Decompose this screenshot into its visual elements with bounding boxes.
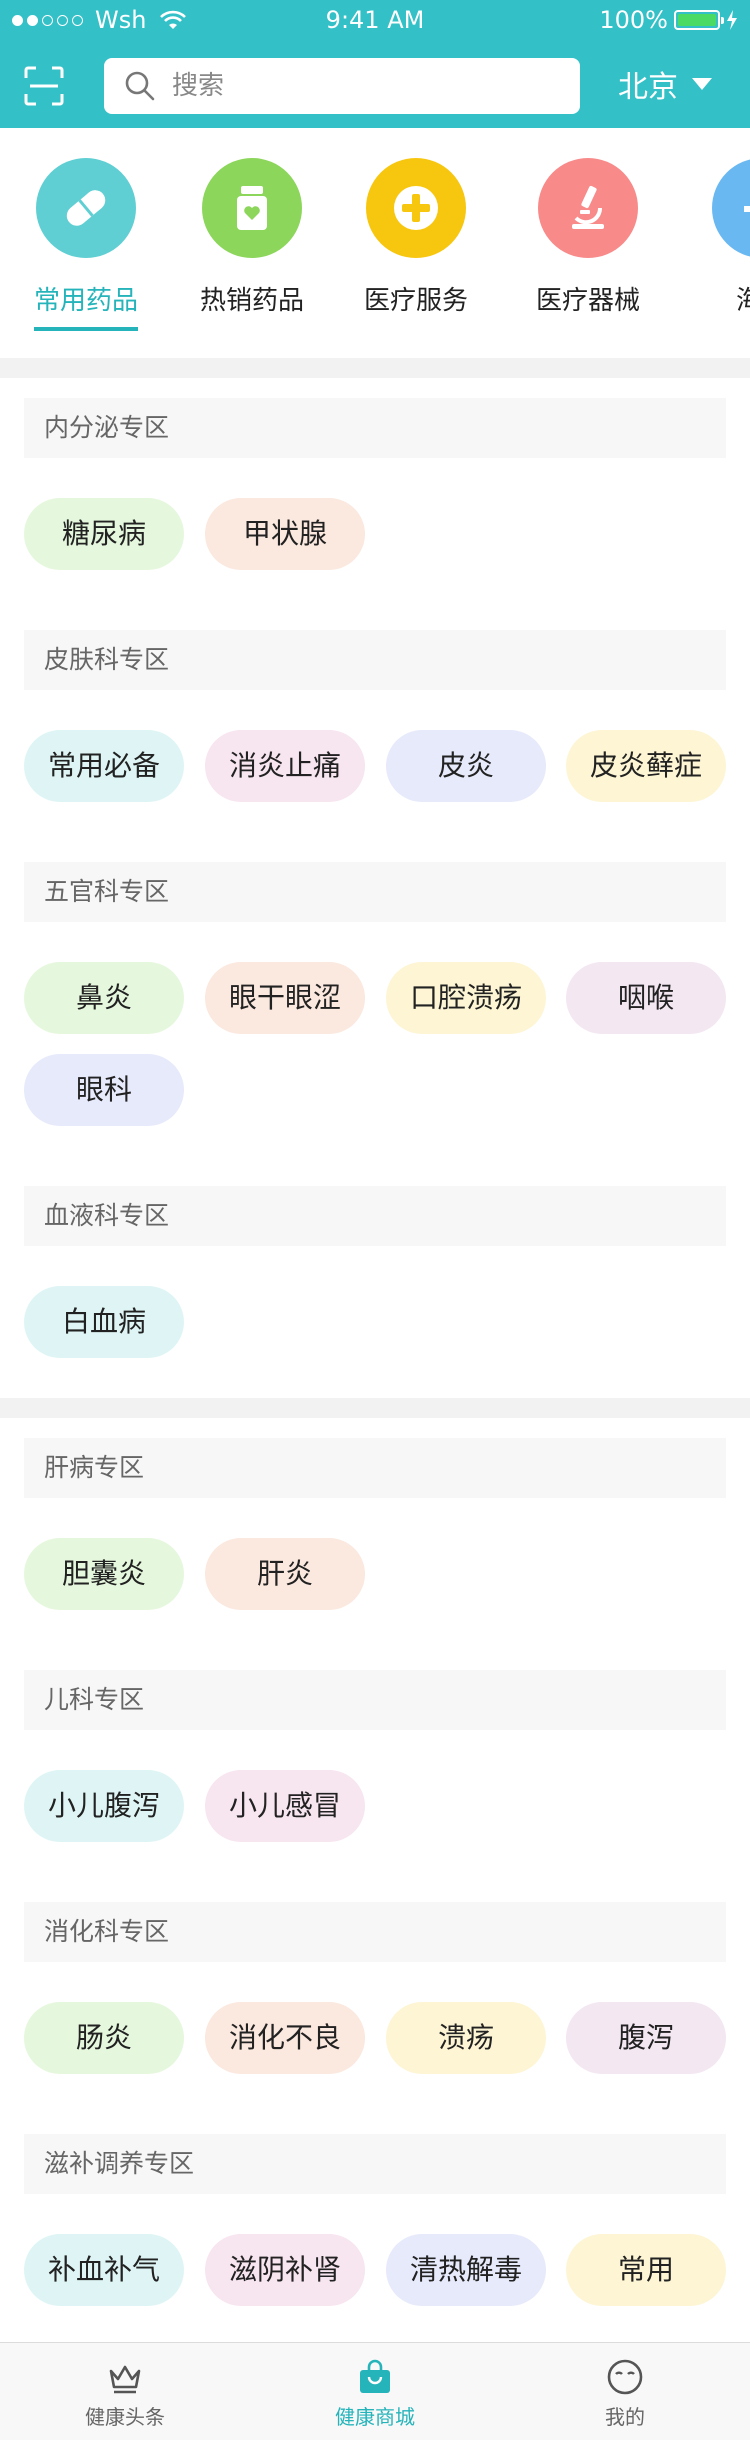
category-label: 海外 [735,286,750,316]
section-divider [0,1398,750,1418]
zone-chip[interactable]: 鼻炎 [24,962,184,1034]
tab-bar: 健康头条 健康商城 我的 [0,2342,750,2440]
charging-bolt-icon [727,10,737,30]
zone-title: 儿科专区 [24,1670,726,1730]
zone-title: 皮肤科专区 [24,630,726,690]
zone-chip[interactable]: 肠炎 [24,2002,184,2074]
scan-icon[interactable] [24,66,64,106]
category-label: 医疗器械 [535,286,640,316]
airplane-icon [712,158,750,258]
category-overseas[interactable]: 海外 [676,158,750,317]
medical-cross-icon [366,158,466,258]
zone-chip[interactable]: 甲状腺 [205,498,365,570]
search-icon [125,71,155,101]
microscope-icon [538,158,638,258]
zone-chip[interactable]: 眼科 [24,1054,184,1126]
search-input[interactable] [172,71,552,101]
zone-chip[interactable]: 消化不良 [205,2002,365,2074]
status-right: 100% [599,6,738,34]
zone-chip[interactable]: 肝炎 [205,1538,365,1610]
medicine-bottle-icon [202,158,302,258]
tab-mine[interactable]: 我的 [500,2343,750,2440]
tab-health-news[interactable]: 健康头条 [0,2343,250,2440]
category-medical-service[interactable]: 医疗服务 [330,158,502,317]
zone-chip[interactable]: 皮炎 [386,730,546,802]
city-label: 北京 [618,70,678,105]
pill-icon [36,158,136,258]
zone-chip[interactable]: 常用 [566,2234,726,2306]
section-divider [0,358,750,378]
battery-fill [678,14,716,26]
category-common-drugs[interactable]: 常用药品 [0,158,172,331]
zone-chip[interactable]: 皮炎藓症 [566,730,726,802]
zone-chip[interactable]: 眼干眼涩 [205,962,365,1034]
category-label: 常用药品 [33,286,138,316]
category-label: 医疗服务 [363,286,468,316]
zone-title: 五官科专区 [24,862,726,922]
zone-chip[interactable]: 消炎止痛 [205,730,365,802]
tab-health-mall[interactable]: 健康商城 [250,2343,500,2440]
crown-icon [109,2365,141,2394]
zone-chip[interactable]: 口腔溃疡 [386,962,546,1034]
zone-chip[interactable]: 小儿感冒 [205,1770,365,1842]
zone-chip[interactable]: 补血补气 [24,2234,184,2306]
zone-chip[interactable]: 糖尿病 [24,498,184,570]
category-medical-devices[interactable]: 医疗器械 [502,158,674,317]
zone-title: 内分泌专区 [24,398,726,458]
zone-title: 滋补调养专区 [24,2134,726,2194]
zone-chip[interactable]: 白血病 [24,1286,184,1358]
zone-chip[interactable]: 溃疡 [386,2002,546,2074]
zone-title: 肝病专区 [24,1438,726,1498]
zone-chip[interactable]: 清热解毒 [386,2234,546,2306]
active-underline [34,327,138,331]
city-selector[interactable]: 北京 [618,62,712,106]
zone-chip[interactable]: 胆囊炎 [24,1538,184,1610]
zone-title: 消化科专区 [24,1902,726,1962]
caret-down-icon [692,78,712,90]
shopping-bag-icon [360,2359,390,2393]
zone-chip[interactable]: 腹泻 [566,2002,726,2074]
zone-chip[interactable]: 滋阴补肾 [205,2234,365,2306]
zone-chip[interactable]: 常用必备 [24,730,184,802]
tab-label: 我的 [605,2405,645,2429]
zone-title: 血液科专区 [24,1186,726,1246]
smiley-face-icon [607,2359,643,2395]
status-bar: Wsh 9:41 AM 100% [0,0,750,40]
search-box[interactable] [104,58,580,114]
category-hot-drugs[interactable]: 热销药品 [166,158,338,317]
tab-label: 健康商城 [335,2405,415,2429]
top-bar: Wsh 9:41 AM 100% 北京 [0,0,750,128]
battery-icon [674,10,724,30]
battery-percent: 100% [599,6,668,34]
zone-chip[interactable]: 咽喉 [566,962,726,1034]
category-nav: 常用药品 热销药品 医疗服务 医疗器械 海 [0,128,750,358]
category-label: 热销药品 [199,286,304,316]
tab-label: 健康头条 [85,2405,165,2429]
zone-chip[interactable]: 小儿腹泻 [24,1770,184,1842]
